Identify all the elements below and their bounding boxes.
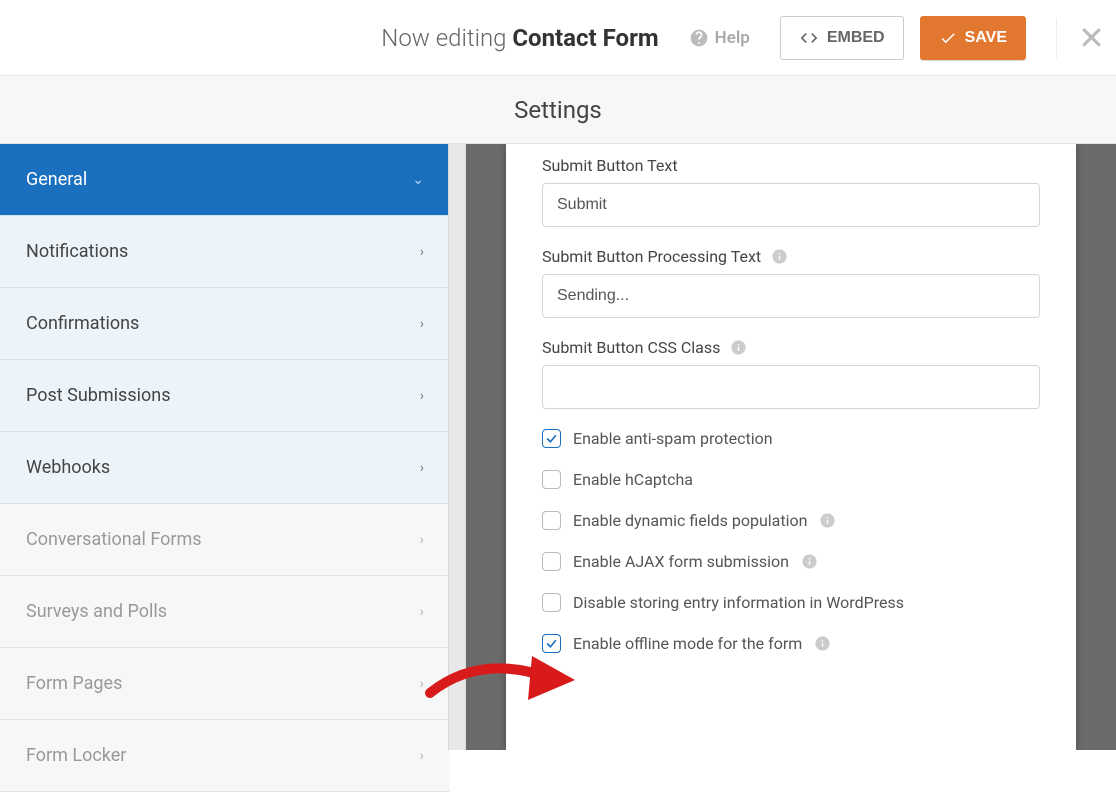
checkbox[interactable] <box>542 511 561 530</box>
chevron-right-icon: › <box>420 532 424 548</box>
save-button[interactable]: SAVE <box>920 16 1026 60</box>
sidebar-item-label: General <box>26 169 87 190</box>
topbar: Now editing Contact Form Help EMBED SAVE… <box>0 0 1116 76</box>
checkbox-label: Disable storing entry information in Wor… <box>573 593 904 612</box>
checkbox[interactable] <box>542 552 561 571</box>
chevron-right-icon: › <box>420 316 424 332</box>
help-icon <box>689 28 709 48</box>
info-icon <box>814 635 831 652</box>
checkbox[interactable] <box>542 593 561 612</box>
sidebar-item-post-submissions[interactable]: Post Submissions › <box>0 360 450 432</box>
field-label: Submit Button CSS Class <box>542 338 720 357</box>
chevron-down-icon: ⌄ <box>412 172 424 188</box>
checkbox-label: Enable hCaptcha <box>573 470 693 489</box>
main: General ⌄ Notifications › Confirmations … <box>0 144 1116 750</box>
sidebar-item-general[interactable]: General ⌄ <box>0 144 450 216</box>
close-button[interactable]: ✕ <box>1056 18 1096 58</box>
submit-processing-input[interactable] <box>542 274 1040 318</box>
checkbox-label: Enable offline mode for the form <box>573 634 802 653</box>
checkmark-icon <box>939 29 957 47</box>
sidebar-item-label: Post Submissions <box>26 385 170 406</box>
sidebar-item-surveys-and-polls[interactable]: Surveys and Polls › <box>0 576 450 648</box>
sidebar-item-webhooks[interactable]: Webhooks › <box>0 432 450 504</box>
checkbox-row-ajax[interactable]: Enable AJAX form submission <box>542 552 1040 571</box>
chevron-right-icon: › <box>420 676 424 692</box>
info-icon <box>771 248 788 265</box>
field-label: Submit Button Text <box>542 156 1040 175</box>
submit-css-input[interactable] <box>542 365 1040 409</box>
save-label: SAVE <box>965 29 1007 47</box>
content: Submit Button Text Submit Button Process… <box>506 144 1076 750</box>
chevron-right-icon: › <box>420 388 424 404</box>
checkbox-row-hcaptcha[interactable]: Enable hCaptcha <box>542 470 1040 489</box>
submit-button-text-input[interactable] <box>542 183 1040 227</box>
page-title: Settings <box>0 76 1116 144</box>
chevron-right-icon: › <box>420 604 424 620</box>
checkbox-label: Enable AJAX form submission <box>573 552 789 571</box>
content-wrap: Submit Button Text Submit Button Process… <box>466 144 1116 750</box>
sidebar-item-notifications[interactable]: Notifications › <box>0 216 450 288</box>
sidebar-item-label: Conversational Forms <box>26 529 202 550</box>
embed-button[interactable]: EMBED <box>780 16 904 60</box>
field-submit-button-text: Submit Button Text <box>542 156 1040 227</box>
editing-text: Now editing Contact Form <box>381 24 658 52</box>
sidebar-item-confirmations[interactable]: Confirmations › <box>0 288 450 360</box>
field-submit-css-class: Submit Button CSS Class <box>542 338 1040 409</box>
form-name: Contact Form <box>512 24 658 52</box>
checkbox-label: Enable dynamic fields population <box>573 511 807 530</box>
checkbox[interactable] <box>542 634 561 653</box>
checkbox[interactable] <box>542 429 561 448</box>
close-icon: ✕ <box>1078 19 1105 57</box>
editing-prefix: Now editing <box>381 24 512 52</box>
field-label: Submit Button Processing Text <box>542 247 761 266</box>
info-icon <box>730 339 747 356</box>
checkbox[interactable] <box>542 470 561 489</box>
sidebar-item-label: Webhooks <box>26 457 110 478</box>
help-link[interactable]: Help <box>689 28 750 48</box>
embed-icon <box>799 28 819 48</box>
info-icon <box>819 512 836 529</box>
sidebar: General ⌄ Notifications › Confirmations … <box>0 144 466 750</box>
checkbox-row-offline-mode[interactable]: Enable offline mode for the form <box>542 634 1040 653</box>
chevron-right-icon: › <box>420 244 424 260</box>
checkbox-row-antispam[interactable]: Enable anti-spam protection <box>542 429 1040 448</box>
checkbox-label: Enable anti-spam protection <box>573 429 773 448</box>
info-icon <box>801 553 818 570</box>
sidebar-item-label: Notifications <box>26 241 128 262</box>
sidebar-item-form-pages[interactable]: Form Pages › <box>0 648 450 720</box>
sidebar-item-label: Form Pages <box>26 673 122 694</box>
sidebar-item-label: Confirmations <box>26 313 139 334</box>
help-label: Help <box>715 28 750 48</box>
sidebar-item-conversational-forms[interactable]: Conversational Forms › <box>0 504 450 576</box>
sidebar-item-label: Form Locker <box>26 745 126 766</box>
checkbox-row-dynamic-fields[interactable]: Enable dynamic fields population <box>542 511 1040 530</box>
chevron-right-icon: › <box>420 460 424 476</box>
sidebar-item-label: Surveys and Polls <box>26 601 167 622</box>
embed-label: EMBED <box>827 29 885 47</box>
field-submit-processing-text: Submit Button Processing Text <box>542 247 1040 318</box>
sidebar-item-form-locker[interactable]: Form Locker › <box>0 720 450 792</box>
checkbox-row-disable-storing[interactable]: Disable storing entry information in Wor… <box>542 593 1040 612</box>
